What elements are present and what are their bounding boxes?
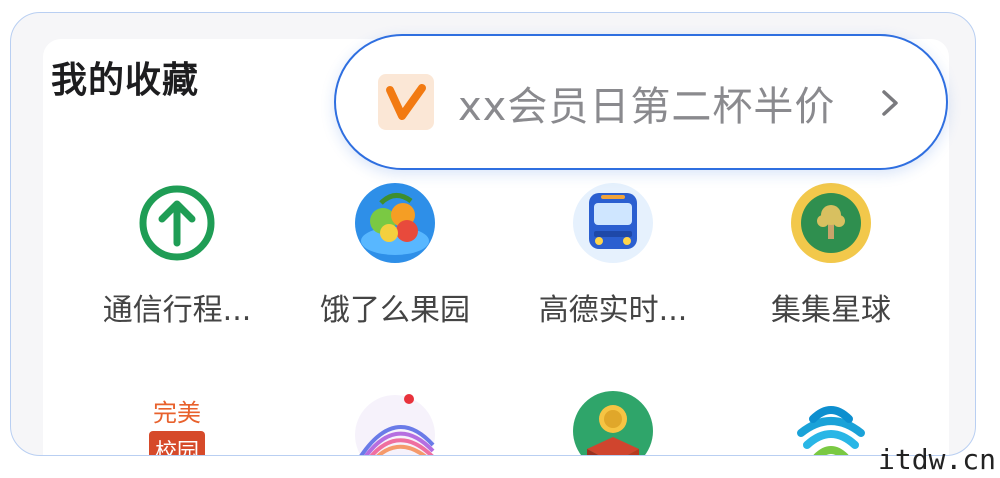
promo-toast[interactable]: xx会员日第二杯半价 [334, 34, 948, 170]
favorite-label: 集集星球 [771, 293, 891, 328]
rainbow-icon [353, 389, 437, 455]
favorite-item-rainbow[interactable] [295, 389, 495, 455]
orchard-icon [353, 181, 437, 265]
arrow-up-circle-icon [135, 181, 219, 265]
planet-icon [789, 181, 873, 265]
campus-icon-text-bottom: 校园 [155, 440, 199, 456]
favorite-item-campus[interactable]: 完美 校园 [77, 391, 277, 456]
coin-treasure-icon [571, 389, 655, 455]
campus-icon: 完美 校园 [135, 391, 219, 456]
favorite-item-coin-treasure[interactable] [513, 389, 713, 455]
favorite-item-planet[interactable]: 集集星球 [731, 181, 931, 329]
favorite-label: 饿了么果园 [320, 293, 470, 328]
favorite-label: 高德实时... [538, 293, 688, 328]
chevron-right-icon [872, 86, 906, 120]
campus-icon-text-top: 完美 [153, 399, 201, 427]
favorite-item-orchard[interactable]: 饿了么果园 [295, 181, 495, 329]
china-mobile-icon [789, 389, 873, 455]
promo-toast-text: xx会员日第二杯半价 [458, 84, 836, 130]
watermark: itdw.cn [877, 443, 996, 476]
favorite-item-amap-bus[interactable]: 高德实时... [513, 181, 713, 329]
bus-icon [571, 181, 655, 265]
v-logo-icon [378, 74, 434, 130]
section-title: 我的收藏 [51, 60, 200, 101]
favorite-item-travel-code[interactable]: 通信行程... [77, 181, 277, 329]
favorite-label: 通信行程... [102, 293, 252, 328]
